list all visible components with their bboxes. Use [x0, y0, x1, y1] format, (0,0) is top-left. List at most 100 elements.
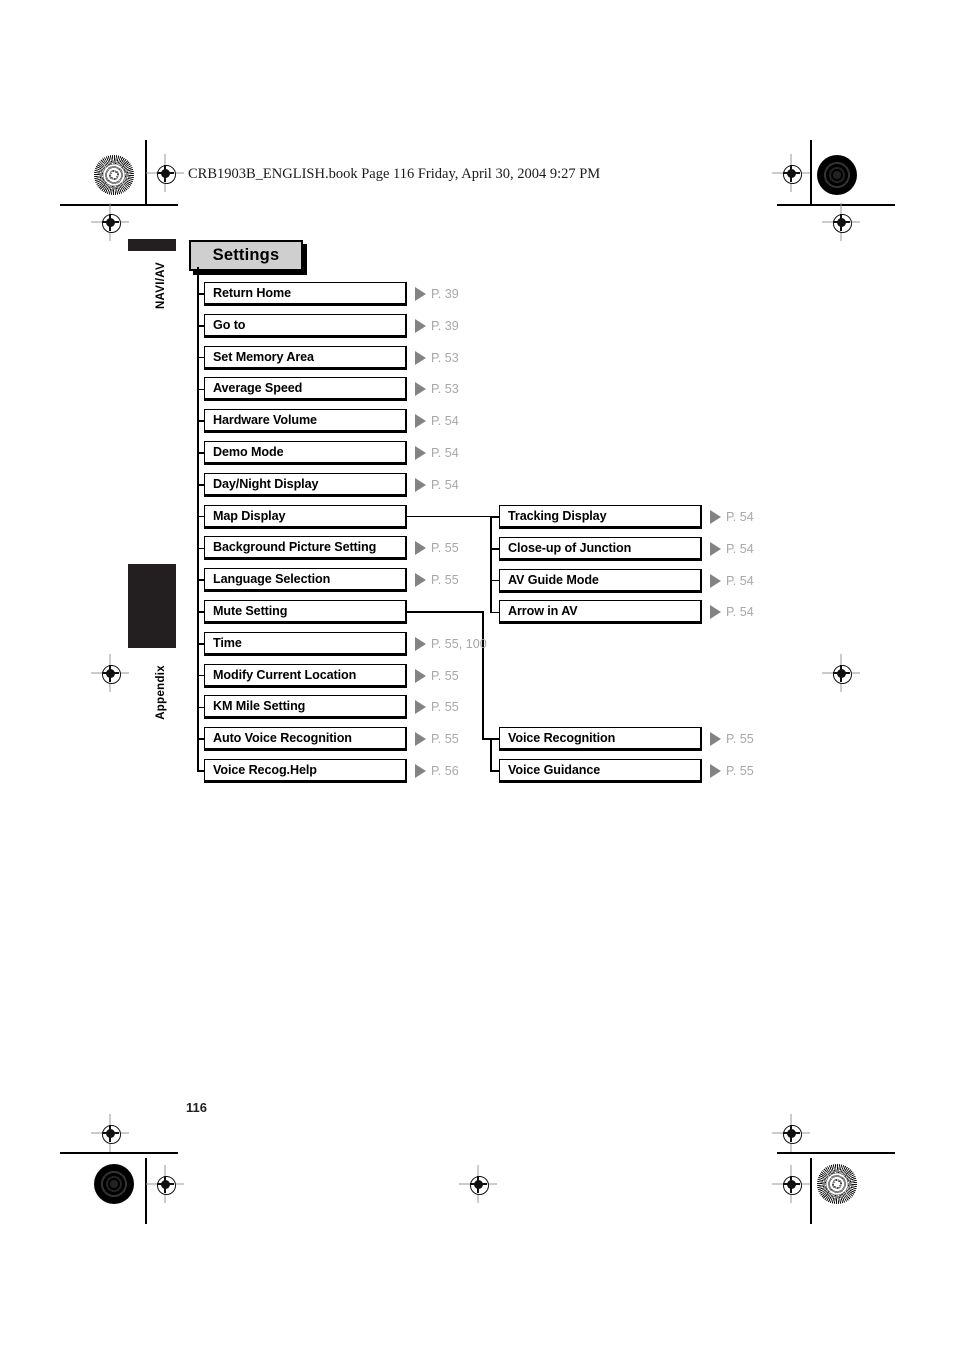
page-ref-modify-current-location: P. 55 [415, 664, 459, 688]
menu-item-modify-current-location[interactable]: Modify Current Location [204, 663, 407, 688]
page-reference-text: P. 54 [431, 414, 459, 429]
menu-item-map-display[interactable]: Map Display [204, 504, 407, 529]
menu-item-auto-voice-recognition[interactable]: Auto Voice Recognition [204, 727, 407, 752]
main-trunk-line [197, 267, 199, 771]
submenu-item-voice-guidance[interactable]: Voice Guidance [499, 758, 702, 783]
page-ref-auto-voice-recognition: P. 55 [415, 727, 459, 751]
page-ref-close-up-of-junction: P. 54 [710, 537, 754, 561]
menu-item-km-mile-setting[interactable]: KM Mile Setting [204, 695, 407, 720]
submenu-item-voice-recognition[interactable]: Voice Recognition [499, 727, 702, 751]
stub-voice-recog-help [197, 770, 204, 772]
page-ref-tracking-display: P. 54 [710, 505, 754, 529]
menu-item-return-home[interactable]: Return Home [204, 282, 407, 306]
menu-item-demo-mode[interactable]: Demo Mode [204, 441, 407, 465]
voice-submenu-trunk [490, 738, 492, 770]
arrow-right-icon [710, 605, 721, 620]
arrow-right-icon [415, 318, 426, 333]
map-display-branch-h [407, 515, 490, 518]
node-label: Map Display [213, 508, 286, 523]
stub-voice-recognition [490, 738, 499, 740]
arrow-right-icon [415, 382, 426, 397]
registration-cross-bottom-right [772, 1165, 810, 1203]
node-label: Demo Mode [213, 445, 284, 459]
page-ref-time: P. 55, 100 [415, 632, 487, 656]
stub-average-speed [197, 388, 204, 391]
node-label: AV Guide Mode [508, 572, 599, 587]
stub-km-mile-setting [197, 706, 204, 709]
node-label: Arrow in AV [508, 604, 578, 619]
crop-line-br-v [810, 1158, 812, 1224]
page-reference-text: P. 55 [431, 541, 459, 556]
stub-time [197, 643, 204, 645]
page-reference-text: P. 39 [431, 318, 459, 333]
page-reference-text: P. 54 [431, 477, 459, 492]
page-reference-text: P. 55 [431, 573, 459, 588]
page-ref-day-night-display: P. 54 [415, 473, 459, 497]
page-ref-background-picture-setting: P. 55 [415, 536, 459, 560]
node-label: Hardware Volume [213, 413, 317, 428]
menu-item-voice-recog-help[interactable]: Voice Recog.Help [204, 759, 407, 783]
arrow-right-icon [415, 636, 426, 651]
arrow-right-icon [710, 541, 721, 556]
registration-starburst-bottom-right [817, 1164, 857, 1204]
page-ref-voice-guidance: P. 55 [710, 759, 754, 783]
page-reference-text: P. 53 [431, 382, 459, 397]
node-label: Average Speed [213, 381, 303, 396]
page-reference-text: P. 55 [726, 732, 754, 746]
menu-item-day-night-display[interactable]: Day/Night Display [204, 472, 407, 497]
registration-cross-right-lower [772, 1114, 810, 1152]
page-reference-text: P. 56 [431, 764, 459, 778]
stub-av-guide-mode [490, 579, 499, 582]
submenu-item-arrow-in-av[interactable]: Arrow in AV [499, 600, 702, 625]
node-label: Modify Current Location [213, 667, 357, 682]
node-label: Background Picture Setting [213, 540, 377, 555]
menu-item-set-memory-area[interactable]: Set Memory Area [204, 345, 407, 370]
stub-day-night-display [197, 484, 204, 486]
registration-starburst-bottom-left [94, 1164, 134, 1204]
menu-item-background-picture-setting[interactable]: Background Picture Setting [204, 536, 407, 561]
crop-line-br-h [777, 1152, 895, 1154]
menu-item-average-speed[interactable]: Average Speed [204, 377, 407, 402]
page-ref-average-speed: P. 53 [415, 377, 459, 401]
submenu-item-tracking-display[interactable]: Tracking Display [499, 505, 702, 529]
page-reference-text: P. 54 [431, 446, 459, 460]
arrow-right-icon [415, 287, 426, 301]
arrow-right-icon [415, 573, 426, 588]
registration-cross-left-middle [91, 654, 129, 692]
page-ref-km-mile-setting: P. 55 [415, 695, 459, 719]
node-label: Tracking Display [508, 509, 607, 523]
node-label: Auto Voice Recognition [213, 731, 352, 746]
menu-item-hardware-volume[interactable]: Hardware Volume [204, 409, 407, 434]
registration-cross-right-upper [822, 203, 860, 241]
stub-background-picture-setting [197, 547, 204, 550]
stub-go-to [197, 325, 204, 327]
node-label: Return Home [213, 286, 291, 300]
registration-cross-bottom-left [146, 1165, 184, 1203]
book-header-line: CRB1903B_ENGLISH.book Page 116 Friday, A… [188, 166, 601, 182]
crop-line-tr-v [810, 140, 812, 206]
stub-mute-setting [197, 611, 204, 613]
stub-hardware-volume [197, 420, 204, 422]
arrow-right-icon [710, 510, 721, 524]
side-tab-label-appendix: Appendix [155, 665, 167, 720]
arrow-right-icon [710, 763, 721, 778]
side-tab-marker-appendix [128, 564, 176, 648]
node-label: Language Selection [213, 572, 331, 587]
arrow-right-icon [415, 414, 426, 429]
submenu-item-av-guide-mode[interactable]: AV Guide Mode [499, 568, 702, 593]
registration-cross-left-upper [91, 203, 129, 241]
page-ref-voice-recognition: P. 55 [710, 727, 754, 751]
stub-voice-guidance [490, 770, 499, 772]
menu-item-time[interactable]: Time [204, 631, 407, 656]
stub-close-up-of-junction [490, 548, 499, 550]
menu-item-language-selection[interactable]: Language Selection [204, 568, 407, 593]
page-ref-arrow-in-av: P. 54 [710, 600, 754, 624]
menu-item-go-to[interactable]: Go to [204, 313, 407, 338]
stub-arrow-in-av [490, 611, 499, 614]
menu-item-mute-setting[interactable]: Mute Setting [204, 600, 407, 624]
page-reference-text: P. 55 [431, 732, 459, 747]
page-reference-text: P. 55 [431, 668, 459, 683]
submenu-item-close-up-of-junction[interactable]: Close-up of Junction [499, 536, 702, 561]
arrow-right-icon [415, 732, 426, 747]
page-ref-set-memory-area: P. 53 [415, 346, 459, 370]
